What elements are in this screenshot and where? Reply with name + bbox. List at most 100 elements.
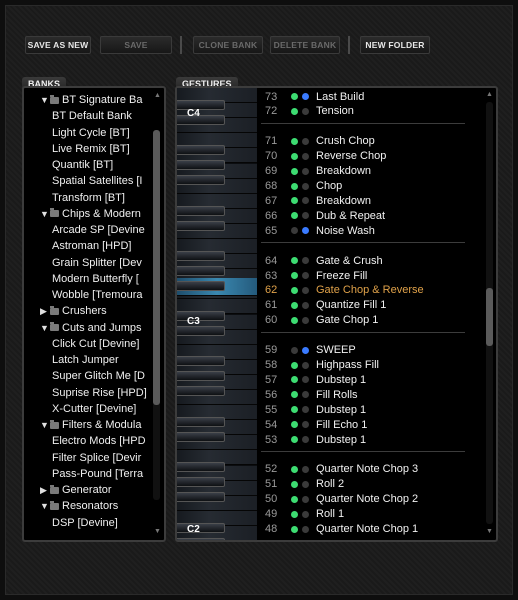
bank-item[interactable]: Grain Splitter [Dev [52, 255, 142, 271]
gesture-row[interactable]: 71 Crush Chop [265, 134, 375, 149]
piano-black-key[interactable] [177, 432, 225, 443]
gesture-row[interactable]: 60 Gate Chop 1 [265, 313, 378, 328]
gesture-row[interactable]: 57 Dubstep 1 [265, 372, 366, 387]
clone-bank-button[interactable]: CLONE BANK [193, 36, 263, 54]
bank-item[interactable]: Suprise Rise [HPD] [52, 385, 147, 401]
bank-item[interactable]: Pass-Pound [Terra [52, 466, 143, 482]
bank-folder[interactable]: ▶ Generator [40, 482, 112, 498]
gesture-row[interactable]: 49 Roll 1 [265, 507, 344, 522]
gesture-row[interactable]: 54 Fill Echo 1 [265, 417, 367, 432]
gesture-row[interactable]: 70 Reverse Chop [265, 149, 386, 164]
expand-down-icon[interactable]: ▼ [40, 501, 50, 511]
gesture-row[interactable]: 53 Dubstep 1 [265, 432, 366, 447]
gesture-group-divider [261, 331, 465, 333]
delete-bank-button[interactable]: DELETE BANK [270, 36, 340, 54]
gesture-row[interactable]: 69 Breakdown [265, 164, 371, 179]
expand-down-icon[interactable]: ▼ [40, 420, 50, 430]
collapse-right-icon[interactable]: ▶ [40, 485, 50, 496]
bank-item[interactable]: Electro Mods [HPD [52, 433, 146, 449]
piano-black-key[interactable] [177, 265, 225, 276]
piano-black-key[interactable] [177, 477, 225, 488]
gesture-row[interactable]: 61 Quantize Fill 1 [265, 298, 386, 313]
piano-black-key[interactable] [177, 326, 225, 337]
expand-down-icon[interactable]: ▼ [40, 209, 50, 219]
bank-folder[interactable]: ▼ Cuts and Jumps [40, 320, 141, 336]
gesture-row[interactable]: 63 Freeze Fill [265, 268, 367, 283]
gesture-row[interactable]: 68 Chop [265, 179, 342, 194]
piano-black-key[interactable] [177, 115, 225, 125]
gesture-row[interactable]: 48 Quarter Note Chop 1 [265, 522, 418, 537]
piano-keyboard[interactable]: C4 C3 C2 [177, 88, 257, 540]
gesture-name: Roll 2 [316, 478, 345, 491]
bank-item[interactable]: DSP [Devine] [52, 515, 118, 531]
gesture-row[interactable]: 72 Tension [265, 104, 354, 119]
bank-item[interactable]: Astroman [HPD] [52, 238, 131, 254]
bank-item[interactable]: X-Cutter [Devine] [52, 401, 136, 417]
bank-item[interactable]: Quantik [BT] [52, 157, 113, 173]
piano-black-key[interactable] [177, 492, 225, 503]
gesture-row[interactable]: 59 SWEEP [265, 343, 356, 358]
gesture-row[interactable]: 56 Fill Rolls [265, 387, 358, 402]
piano-black-key[interactable] [177, 205, 225, 216]
bank-item[interactable]: Live Remix [BT] [52, 141, 130, 157]
bank-item[interactable]: Modern Butterfly [ [52, 271, 139, 287]
piano-black-key[interactable] [177, 175, 225, 185]
piano-black-key[interactable] [177, 371, 225, 382]
bank-item[interactable]: Click Cut [Devine] [52, 336, 139, 352]
banks-scrollbar[interactable] [153, 130, 160, 500]
save-as-new-button[interactable]: SAVE AS NEW [25, 36, 91, 54]
piano-black-key[interactable] [177, 250, 225, 261]
save-button[interactable]: SAVE [100, 36, 172, 54]
bank-folder[interactable]: ▼ Resonators [40, 498, 118, 514]
scroll-down-icon[interactable]: ▼ [486, 528, 493, 535]
scroll-up-icon[interactable]: ▲ [486, 91, 493, 98]
gestures-scroll-thumb[interactable] [486, 288, 493, 346]
piano-black-key[interactable] [177, 462, 225, 473]
piano-black-key[interactable] [177, 522, 225, 533]
bank-item[interactable]: Latch Jumper [52, 352, 119, 368]
expand-down-icon[interactable]: ▼ [40, 323, 50, 333]
bank-item[interactable]: Light Cycle [BT] [52, 125, 130, 141]
piano-black-key[interactable] [177, 417, 225, 428]
bank-folder[interactable]: ▼ Chips & Modern [40, 206, 141, 222]
piano-black-key[interactable] [177, 160, 225, 170]
gesture-row[interactable]: 65 Noise Wash [265, 223, 375, 238]
gesture-row[interactable]: 58 Highpass Fill [265, 358, 379, 373]
bank-item[interactable]: Arcade SP [Devine [52, 222, 145, 238]
bank-folder[interactable]: ▶ Crushers [40, 303, 107, 319]
bank-folder[interactable]: ▼ Filters & Modula [40, 417, 141, 433]
bank-item[interactable]: Spatial Satellites [I [52, 173, 143, 189]
piano-black-key[interactable] [177, 386, 225, 397]
scroll-down-icon[interactable]: ▼ [154, 528, 161, 535]
gesture-row[interactable]: 73 Last Build [265, 89, 364, 104]
banks-scroll-thumb[interactable] [153, 130, 160, 405]
bank-folder[interactable]: ▼ BT Signature Ba [40, 92, 143, 108]
scroll-up-icon[interactable]: ▲ [154, 92, 161, 99]
gesture-row[interactable]: 50 Quarter Note Chop 2 [265, 492, 418, 507]
expand-down-icon[interactable]: ▼ [40, 95, 50, 105]
gesture-row[interactable]: 51 Roll 2 [265, 477, 344, 492]
piano-black-key[interactable] [177, 220, 225, 231]
piano-black-key[interactable] [177, 356, 225, 367]
collapse-right-icon[interactable]: ▶ [40, 306, 50, 317]
gesture-name: Breakdown [316, 194, 372, 207]
bank-item[interactable]: Transform [BT] [52, 190, 125, 206]
gesture-row[interactable]: 67 Breakdown [265, 193, 371, 208]
gesture-row[interactable]: 66 Dub & Repeat [265, 208, 385, 223]
piano-black-key[interactable] [177, 311, 225, 322]
bank-item[interactable]: Filter Splice [Devir [52, 450, 141, 466]
piano-black-key[interactable] [177, 537, 225, 540]
gesture-row[interactable]: 62 Gate Chop & Reverse [265, 283, 424, 298]
gestures-scrollbar[interactable] [486, 102, 493, 524]
piano-black-key[interactable] [177, 145, 225, 155]
toolbar-separator [180, 36, 182, 54]
bank-item[interactable]: Wobble [Tremoura [52, 287, 142, 303]
new-folder-button[interactable]: NEW FOLDER [360, 36, 430, 54]
bank-item[interactable]: BT Default Bank [52, 108, 132, 124]
piano-black-key[interactable] [177, 100, 225, 110]
piano-black-key[interactable] [177, 280, 225, 291]
gesture-row[interactable]: 52 Quarter Note Chop 3 [265, 462, 418, 477]
gesture-row[interactable]: 64 Gate & Crush [265, 253, 383, 268]
gesture-row[interactable]: 55 Dubstep 1 [265, 402, 366, 417]
bank-item[interactable]: Super Glitch Me [D [52, 368, 145, 384]
